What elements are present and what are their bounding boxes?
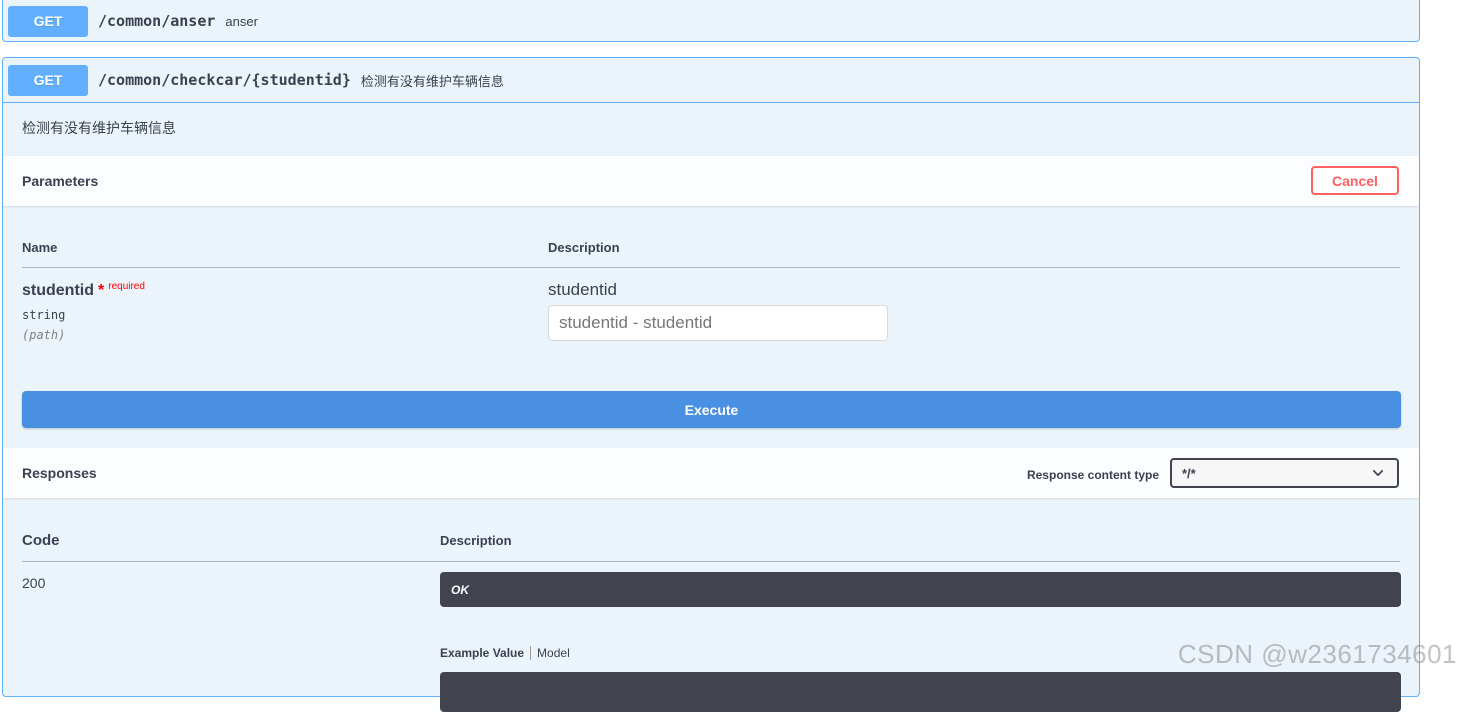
divider	[22, 561, 1400, 562]
opblock-get-anser: GET /common/anser anser	[2, 0, 1420, 42]
param-name: studentid * required	[22, 281, 145, 300]
chevron-down-icon	[1372, 470, 1384, 476]
selected-content-type: */*	[1182, 465, 1196, 481]
param-type: string	[22, 308, 66, 322]
example-tabs: Example Value Model	[440, 646, 570, 660]
response-description-column-header: Description	[440, 533, 512, 548]
divider	[22, 267, 1400, 268]
required-star: *	[98, 282, 105, 299]
response-description-box: OK	[440, 572, 1401, 607]
watermark: CSDN @w2361734601	[1177, 639, 1457, 669]
opblock-get-checkcar: GET /common/checkcar/{studentid} 检测有没有维护…	[2, 57, 1420, 712]
example-value-box	[440, 672, 1401, 712]
method-badge: GET	[8, 5, 88, 37]
response-description-text: OK	[451, 582, 469, 597]
tab-example-value[interactable]: Example Value	[440, 646, 532, 660]
param-description-column-header: Description	[548, 240, 620, 255]
response-code: 200	[22, 575, 46, 591]
response-content-type-select[interactable]: */*	[1170, 458, 1399, 488]
parameters-title: Parameters	[22, 173, 99, 189]
cancel-button[interactable]: Cancel	[1311, 166, 1399, 195]
endpoint-summary: 检测有没有维护车辆信息	[360, 73, 504, 89]
endpoint-summary: anser	[225, 13, 258, 29]
opblock-summary[interactable]: GET /common/anser anser	[3, 0, 1419, 43]
method-badge: GET	[8, 64, 88, 96]
parameters-header: Parameters Cancel	[3, 156, 1419, 206]
param-name-column-header: Name	[22, 240, 58, 255]
operation-description: 检测有没有维护车辆信息	[22, 120, 176, 136]
studentid-input[interactable]	[548, 305, 888, 341]
param-location: (path)	[22, 328, 66, 342]
responses-title: Responses	[22, 465, 97, 481]
response-content-type-label: Response content type	[1026, 468, 1159, 482]
execute-button[interactable]: Execute	[22, 391, 1401, 428]
endpoint-path: /common/anser	[98, 12, 216, 30]
required-label: required	[108, 281, 145, 292]
tab-model[interactable]: Model	[531, 646, 570, 660]
param-description: studentid	[548, 280, 617, 299]
param-name-text: studentid	[22, 282, 94, 299]
endpoint-path: /common/checkcar/{studentid}	[98, 71, 351, 89]
responses-header: Responses Response content type */*	[3, 448, 1419, 498]
code-column-header: Code	[22, 532, 60, 549]
opblock-summary[interactable]: GET /common/checkcar/{studentid} 检测有没有维护…	[3, 58, 1419, 103]
